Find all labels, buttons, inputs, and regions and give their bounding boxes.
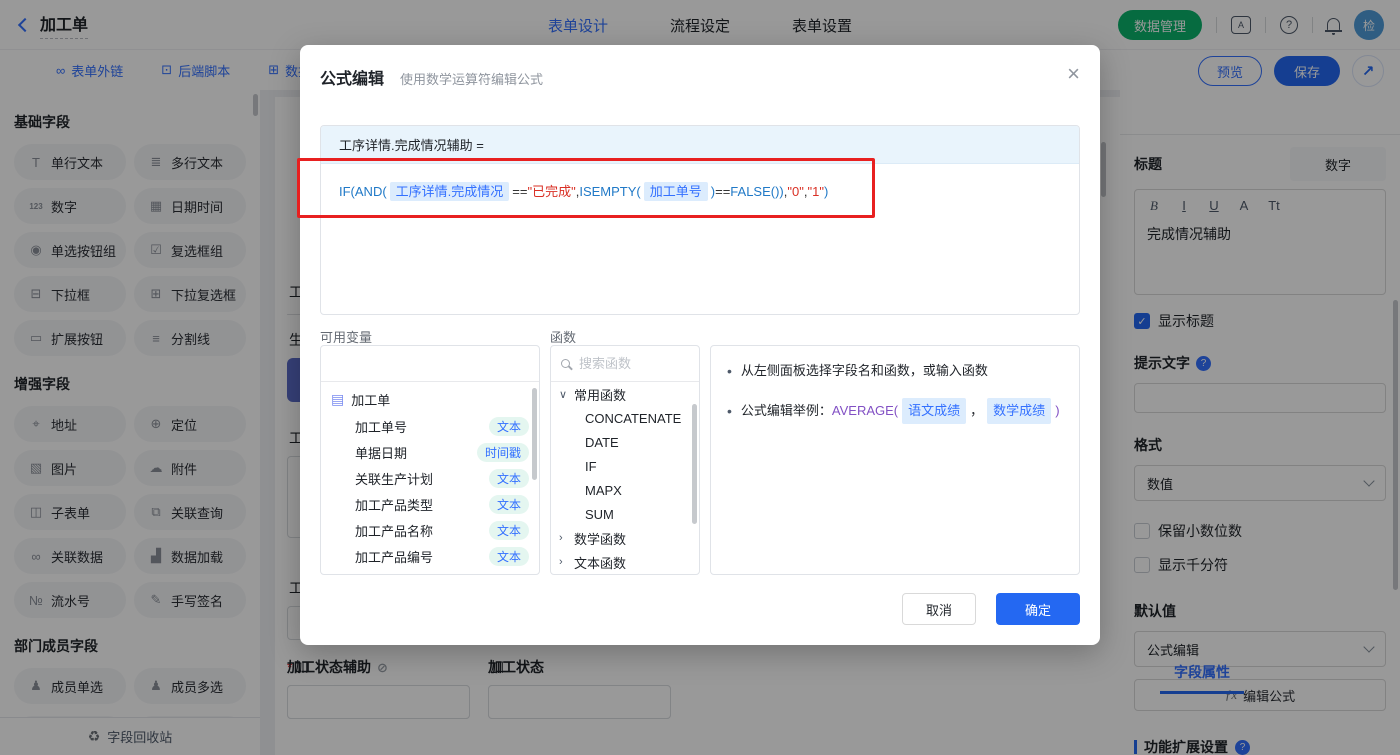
variable-row[interactable]: 单据日期 时间戳 <box>321 439 539 465</box>
variable-row[interactable]: 关联生产计划 文本 <box>321 465 539 491</box>
function-label: MAPX <box>585 482 622 498</box>
formula-token: IF(AND( <box>339 184 387 199</box>
search-icon <box>561 359 570 368</box>
variable-name: 加工产品类型 <box>355 497 434 513</box>
function-row[interactable]: IF <box>551 454 699 478</box>
functions-scrollbar[interactable] <box>692 404 697 524</box>
caret-icon: › <box>559 556 563 568</box>
function-label: 文本函数 <box>574 555 627 571</box>
function-row[interactable]: ∨ 常用函数 <box>551 382 699 406</box>
variables-label: 可用变量 <box>320 330 373 345</box>
formula-token: FALSE()) <box>730 184 784 199</box>
formula-editor-modal: 公式编辑 使用数学运算符编辑公式 × 工序详情.完成情况辅助 = IF(AND(… <box>300 45 1100 645</box>
formula-token: "1" <box>807 184 824 199</box>
function-label: 常用函数 <box>574 387 627 403</box>
variable-type-badge: 文本 <box>488 520 529 540</box>
function-label: SUM <box>585 506 614 522</box>
variable-row[interactable]: 加工单号 文本 <box>321 413 539 439</box>
variable-row[interactable]: 加工产品名称 文本 <box>321 517 539 543</box>
function-row[interactable]: SUM <box>551 502 699 526</box>
document-icon: ▤ <box>331 391 345 407</box>
formula-token: 工序详情.完成情况 <box>389 182 510 201</box>
bullet-icon: • <box>727 363 732 379</box>
help-example-prefix: 公式编辑举例： <box>740 403 832 418</box>
help-example-function: AVERAGE( <box>831 403 899 418</box>
variable-name: 加工单号 <box>355 419 408 435</box>
formula-token: "0" <box>787 184 804 199</box>
variable-type-badge: 时间戳 <box>476 442 529 462</box>
caret-icon: ∨ <box>559 388 568 401</box>
help-line-2: • 公式编辑举例： AVERAGE( 语文成绩 ， 数学成绩 ) <box>727 398 1063 424</box>
variable-type-badge: 文本 <box>488 494 529 514</box>
modal-header: 公式编辑 使用数学运算符编辑公式 <box>320 65 1080 95</box>
function-row[interactable]: › 文本函数 <box>551 550 699 574</box>
function-row[interactable]: DATE <box>551 430 699 454</box>
function-row[interactable]: MAPX <box>551 478 699 502</box>
formula-token: == <box>715 184 731 199</box>
formula-token: 加工单号 <box>643 182 708 201</box>
formula-target: 工序详情.完成情况辅助 = <box>321 126 1079 164</box>
variable-type-badge: 文本 <box>488 416 529 436</box>
variable-type-badge: 文本 <box>488 468 529 488</box>
formula-token: "已完成" <box>527 184 576 199</box>
variable-row[interactable]: 加工产品编号 文本 <box>321 543 539 569</box>
function-row[interactable]: › 数学函数 <box>551 526 699 550</box>
help-example-comma: ， <box>970 403 984 418</box>
modal-panels: 当前表单字段所有表单字段 ▤ 加工单 加工单号 文本 单据日期 <box>320 345 1080 575</box>
variable-name: 关联生产计划 <box>355 471 434 487</box>
help-example-field: 数学成绩 <box>987 398 1052 424</box>
function-label: IF <box>585 458 597 474</box>
variable-row[interactable]: 加工产品类型 文本 <box>321 491 539 517</box>
bullet-icon: • <box>727 403 732 419</box>
variable-list: 加工单号 文本 单据日期 时间戳 关联生产计划 文本 加工产品类型 文本 加工产… <box>321 413 539 569</box>
modal-title: 公式编辑 <box>320 71 385 88</box>
variables-scrollbar[interactable] <box>532 388 537 480</box>
formula-token: ) <box>823 184 829 199</box>
modal-footer: 取消 确定 <box>320 593 1080 625</box>
help-example-close: ) <box>1055 403 1060 418</box>
function-search-input[interactable] <box>577 355 677 372</box>
cancel-button[interactable]: 取消 <box>902 593 976 625</box>
functions-panel: ∨ 常用函数 CONCATENATE DATE <box>550 345 700 575</box>
panel-labels: 可用变量 函数 <box>320 327 1080 345</box>
confirm-button[interactable]: 确定 <box>996 593 1080 625</box>
functions-label: 函数 <box>550 330 577 345</box>
function-label: 数学函数 <box>574 531 627 547</box>
form-tree-node[interactable]: ▤ 加工单 <box>321 382 539 413</box>
help-text: 从左侧面板选择字段名和函数，或输入函数 <box>740 363 988 378</box>
caret-icon: › <box>559 532 563 544</box>
close-icon[interactable]: × <box>1067 63 1080 85</box>
function-row[interactable]: CONCATENATE <box>551 406 699 430</box>
help-example-field: 语文成绩 <box>902 398 967 424</box>
modal-subtitle: 使用数学运算符编辑公式 <box>400 72 544 87</box>
variables-tabs: 当前表单字段所有表单字段 <box>321 346 539 382</box>
variable-name: 加工产品编号 <box>355 549 434 565</box>
app-root: 加工单 表单设计 流程设定 表单设置 数据管理 A ? 检 ∞ 表单外链 ⊡ 后… <box>0 0 1400 755</box>
function-label: DATE <box>585 434 619 450</box>
function-list: ∨ 常用函数 CONCATENATE DATE IF MAPX SUM › 数学… <box>551 382 699 574</box>
formula-token: == <box>512 184 528 199</box>
formula-editor[interactable]: 工序详情.完成情况辅助 = IF(AND(工序详情.完成情况 =="已完成",IS… <box>320 125 1080 315</box>
help-panel: • 从左侧面板选择字段名和函数，或输入函数 • 公式编辑举例： AVERAGE(… <box>710 345 1080 575</box>
form-name: 加工单 <box>351 393 391 408</box>
formula-code[interactable]: IF(AND(工序详情.完成情况 =="已完成",ISEMPTY(加工单号)==F… <box>321 164 1079 221</box>
variables-panel: 当前表单字段所有表单字段 ▤ 加工单 加工单号 文本 单据日期 <box>320 345 540 575</box>
function-search[interactable] <box>551 346 699 382</box>
function-label: CONCATENATE <box>585 410 682 426</box>
variable-name: 加工产品名称 <box>355 523 434 539</box>
help-line-1: • 从左侧面板选择字段名和函数，或输入函数 <box>727 360 1063 382</box>
variable-type-badge: 文本 <box>488 546 529 566</box>
formula-token: ISEMPTY( <box>579 184 641 199</box>
variable-name: 单据日期 <box>355 445 408 461</box>
